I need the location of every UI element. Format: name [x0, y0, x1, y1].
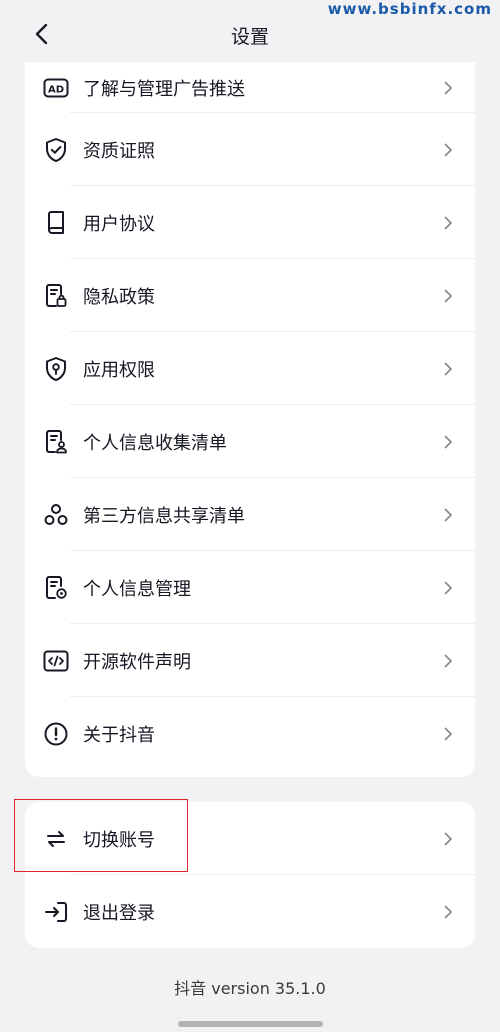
svg-text:AD: AD	[48, 84, 64, 95]
menu-item-label: 应用权限	[83, 359, 155, 381]
menu-item-app-permissions[interactable]: 应用权限	[25, 332, 475, 405]
menu-item-label: 用户协议	[83, 213, 155, 235]
version-text: 抖音 version 35.1.0	[174, 979, 326, 998]
chevron-right-icon	[441, 831, 455, 847]
menu-item-label: 关于抖音	[83, 724, 155, 746]
account-actions-card: 切换账号 退出登录	[25, 802, 475, 948]
menu-item-open-source[interactable]: 开源软件声明	[25, 624, 475, 697]
share-nodes-icon	[43, 502, 69, 528]
menu-item-personal-info-management[interactable]: 个人信息管理	[25, 551, 475, 624]
menu-item-user-agreement[interactable]: 用户协议	[25, 186, 475, 259]
menu-item-ad-management[interactable]: AD 了解与管理广告推送	[25, 62, 475, 113]
chevron-right-icon	[441, 904, 455, 920]
switch-arrows-icon	[43, 826, 69, 852]
page-title: 设置	[230, 26, 269, 48]
chevron-right-icon	[441, 361, 455, 377]
chevron-right-icon	[441, 434, 455, 450]
chevron-right-icon	[441, 726, 455, 742]
chevron-right-icon	[441, 80, 455, 96]
menu-item-logout[interactable]: 退出登录	[25, 875, 475, 948]
menu-item-label: 第三方信息共享清单	[83, 505, 245, 527]
header: 设置	[0, 0, 500, 68]
menu-item-label: 隐私政策	[83, 286, 155, 308]
document-settings-icon	[43, 575, 69, 601]
menu-item-label: 个人信息管理	[83, 578, 191, 600]
menu-item-switch-account[interactable]: 切换账号	[25, 802, 475, 875]
menu-item-qualifications[interactable]: 资质证照	[25, 113, 475, 186]
chevron-right-icon	[441, 653, 455, 669]
menu-item-label: 个人信息收集清单	[83, 432, 227, 454]
menu-item-label: 资质证照	[83, 140, 155, 162]
chevron-right-icon	[441, 580, 455, 596]
logout-icon	[43, 899, 69, 925]
shield-check-icon	[43, 137, 69, 163]
chevron-right-icon	[441, 142, 455, 158]
book-icon	[43, 210, 69, 236]
menu-item-third-party-sharing[interactable]: 第三方信息共享清单	[25, 478, 475, 551]
document-person-icon	[43, 429, 69, 455]
chevron-right-icon	[441, 215, 455, 231]
shield-key-icon	[43, 356, 69, 382]
document-lock-icon	[43, 283, 69, 309]
menu-item-privacy-policy[interactable]: 隐私政策	[25, 259, 475, 332]
chevron-right-icon	[441, 288, 455, 304]
ad-icon: AD	[43, 75, 69, 101]
menu-item-label: 退出登录	[83, 902, 155, 924]
code-icon	[43, 648, 69, 674]
home-indicator[interactable]	[178, 1021, 323, 1027]
menu-item-personal-info-collection[interactable]: 个人信息收集清单	[25, 405, 475, 478]
settings-list-card: AD 了解与管理广告推送 资质证照 用户协议 隐私政策 应用权限 个人信息收集清…	[25, 62, 475, 777]
menu-item-label: 了解与管理广告推送	[83, 78, 245, 100]
chevron-right-icon	[441, 507, 455, 523]
menu-item-about[interactable]: 关于抖音	[25, 697, 475, 770]
menu-item-label: 切换账号	[83, 829, 155, 851]
menu-item-label: 开源软件声明	[83, 651, 191, 673]
info-icon	[43, 721, 69, 747]
